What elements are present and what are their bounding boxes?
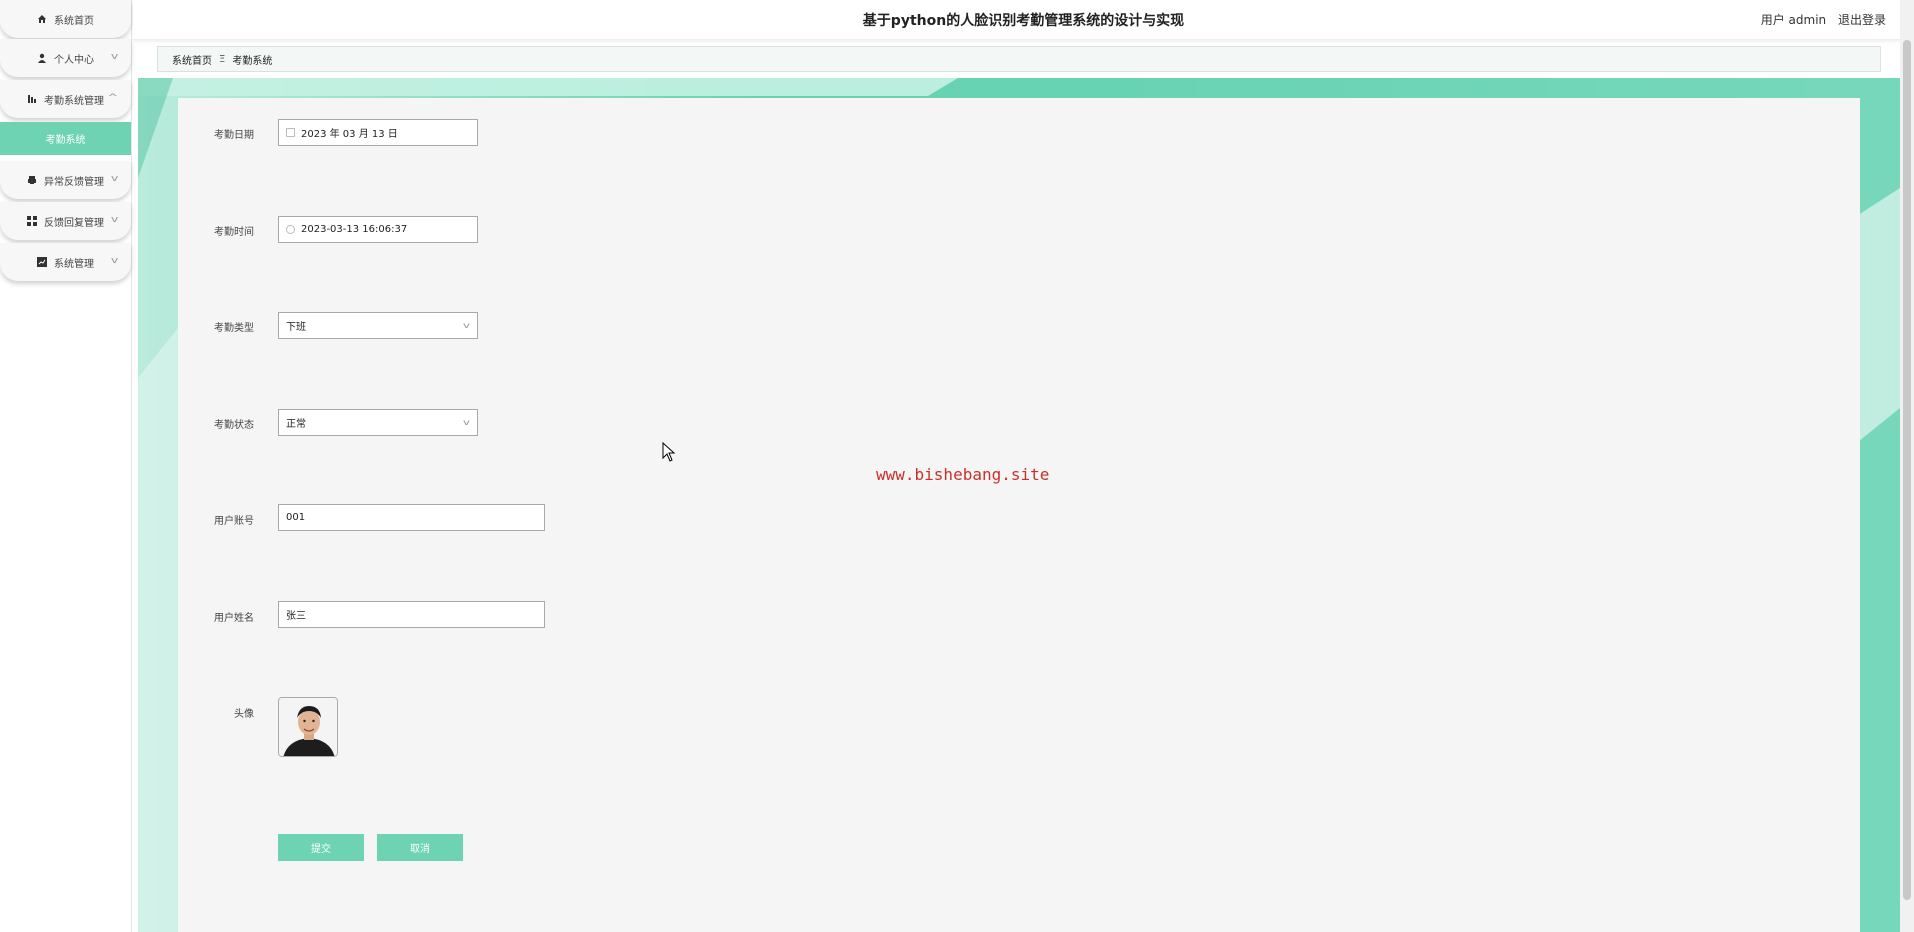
time-field[interactable]: 2023-03-13 16:06:37 [278, 216, 478, 243]
chevron-up-icon: ^ [107, 93, 119, 103]
user-icon [38, 53, 46, 63]
avatar [279, 698, 337, 756]
watermark: www.bishebang.site [876, 465, 1050, 484]
sidebar-item-label: 反馈回复管理 [44, 217, 104, 229]
chevron-down-icon: v [110, 256, 119, 266]
breadcrumb-separator: Ξ [219, 53, 226, 65]
breadcrumb: 系统首页 Ξ 考勤系统 [157, 46, 1881, 72]
cancel-button[interactable]: 取消 [377, 834, 463, 861]
time-value: 2023-03-13 16:06:37 [301, 224, 408, 235]
name-label: 用户姓名 [214, 613, 254, 624]
status-select[interactable]: 正常 v [278, 409, 478, 436]
sidebar-item-system[interactable]: 系统管理 v [0, 243, 131, 281]
date-value: 2023 年 03 月 13 日 [301, 129, 398, 140]
clock-icon [286, 225, 295, 234]
name-field[interactable]: 张三 [278, 601, 545, 628]
sidebar-item-feedback[interactable]: 异常反馈管理 v [0, 161, 131, 199]
name-value: 张三 [286, 611, 306, 622]
app-title: 基于python的人脸识别考勤管理系统的设计与实现 [862, 13, 1185, 29]
sidebar: 系统首页 个人中心 v 考勤系统管理 ^ 考勤系统 异常反馈管理 v 反馈回复管… [0, 0, 132, 932]
breadcrumb-home[interactable]: 系统首页 [172, 52, 212, 67]
sidebar-item-attendance[interactable]: 考勤系统管理 ^ [0, 80, 131, 118]
submit-button[interactable]: 提交 [278, 834, 364, 861]
settings-icon [37, 257, 47, 267]
sidebar-item-label: 系统首页 [54, 15, 94, 27]
chevron-down-icon: v [110, 215, 119, 225]
date-field[interactable]: 2023 年 03 月 13 日 [278, 119, 478, 146]
chevron-down-icon: v [463, 418, 471, 427]
top-header: 基于python的人脸识别考勤管理系统的设计与实现 用户 admin 退出登录 [133, 0, 1914, 40]
account-label: 用户账号 [214, 516, 254, 527]
sidebar-item-reply[interactable]: 反馈回复管理 v [0, 202, 131, 240]
type-label: 考勤类型 [214, 323, 254, 334]
user-label: 用户 admin [1760, 13, 1827, 27]
grid-icon [27, 216, 37, 226]
breadcrumb-current: 考勤系统 [232, 55, 273, 67]
date-label: 考勤日期 [214, 130, 254, 141]
chevron-down-icon: v [110, 52, 119, 62]
sidebar-subitem-label: 考勤系统 [45, 135, 86, 146]
account-field[interactable]: 001 [278, 504, 545, 531]
scrollbar[interactable] [1900, 0, 1914, 932]
account-value: 001 [286, 512, 306, 523]
status-label: 考勤状态 [214, 420, 254, 431]
chevron-down-icon: v [110, 174, 119, 184]
chevron-down-icon: v [463, 321, 471, 330]
sidebar-item-label: 系统管理 [54, 258, 94, 270]
sidebar-item-label: 个人中心 [54, 54, 94, 66]
user-area: 用户 admin 退出登录 [1753, 11, 1886, 28]
sidebar-item-personal[interactable]: 个人中心 v [0, 39, 131, 77]
mouse-cursor-icon [662, 442, 676, 462]
home-icon [38, 15, 46, 23]
time-label: 考勤时间 [214, 227, 254, 238]
logout-link[interactable]: 退出登录 [1838, 13, 1886, 27]
sidebar-item-label: 异常反馈管理 [44, 176, 104, 188]
sidebar-subitem-attendance[interactable]: 考勤系统 [0, 122, 131, 155]
avatar-label: 头像 [234, 709, 254, 720]
type-value: 下班 [286, 322, 306, 333]
sidebar-item-home[interactable]: 系统首页 [0, 0, 131, 38]
chart-icon [28, 95, 36, 103]
type-select[interactable]: 下班 v [278, 312, 478, 339]
avatar-upload[interactable] [278, 697, 338, 757]
scrollbar-thumb[interactable] [1903, 40, 1911, 900]
printer-icon [28, 176, 36, 184]
sidebar-item-label: 考勤系统管理 [44, 95, 104, 107]
status-value: 正常 [286, 419, 306, 430]
calendar-icon [286, 128, 295, 137]
